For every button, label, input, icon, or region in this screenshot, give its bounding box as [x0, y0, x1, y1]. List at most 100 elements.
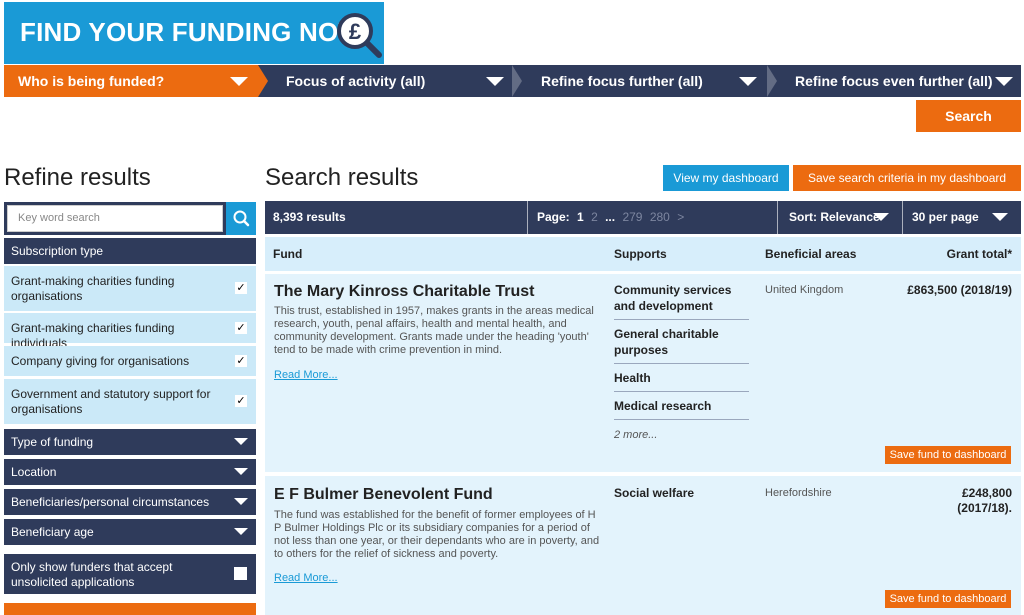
supports-more-link[interactable]: 2 more...: [614, 429, 657, 441]
chevron-down-icon: [992, 213, 1008, 221]
banner-title: FIND YOUR FUNDING NOW: [20, 17, 364, 47]
keyword-search-input[interactable]: Key word search: [7, 205, 223, 232]
column-grant-total: Grant total*: [946, 247, 1012, 261]
supports-item: Social welfare: [614, 486, 695, 500]
chevron-down-icon: [739, 77, 757, 86]
save-search-criteria-button[interactable]: Save search criteria in my dashboard: [793, 165, 1021, 191]
search-icon: [233, 210, 250, 227]
page-link[interactable]: 279: [622, 210, 642, 224]
read-more-link[interactable]: Read More...: [274, 572, 338, 584]
subscription-option[interactable]: Government and statutory support for org…: [4, 379, 256, 424]
step-focus-activity[interactable]: Focus of activity (all): [272, 65, 512, 97]
fund-name[interactable]: E F Bulmer Benevolent Fund: [274, 486, 493, 504]
refine-results-title: Refine results: [4, 164, 151, 191]
supports-item: General charitable purposes: [614, 326, 749, 364]
column-fund: Fund: [273, 247, 303, 261]
pagination: Page: 1 2 ... 279 280 >: [537, 201, 688, 234]
page-ellipsis: ...: [605, 210, 616, 224]
sort-dropdown[interactable]: Sort: Relevance: [789, 201, 880, 234]
beneficial-area: United Kingdom: [765, 284, 844, 296]
fund-name[interactable]: The Mary Kinross Charitable Trust: [274, 283, 535, 301]
subscription-option[interactable]: Grant-making charities funding organisat…: [4, 266, 256, 311]
chevron-down-icon: [234, 498, 248, 505]
subscription-option-label: Government and statutory support for org…: [11, 387, 211, 416]
subscription-type-heading: Subscription type: [4, 238, 256, 264]
beneficial-area: Herefordshire: [765, 487, 832, 499]
filter-beneficiaries[interactable]: Beneficiaries/personal circumstances: [4, 489, 256, 515]
per-page-dropdown[interactable]: 30 per page: [912, 201, 979, 234]
chevron-down-icon: [995, 77, 1013, 86]
subscription-option-label: Company giving for organisations: [11, 354, 190, 368]
subscription-checkbox[interactable]: ✓: [235, 322, 247, 334]
filter-type-of-funding[interactable]: Type of funding: [4, 429, 256, 455]
step-label: Who is being funded?: [18, 73, 165, 89]
fund-description: The fund was established for the benefit…: [274, 509, 600, 560]
grant-total: £863,500 (2018/19): [907, 283, 1012, 297]
step-separator: [258, 65, 268, 97]
chevron-down-icon: [486, 77, 504, 86]
unsolicited-checkbox[interactable]: [234, 567, 247, 580]
search-results-title: Search results: [265, 164, 419, 191]
filter-label: Location: [11, 465, 57, 479]
divider: [777, 201, 778, 234]
step-refine-even-further[interactable]: Refine focus even further (all): [781, 65, 1021, 97]
funding-steps-bar: Who is being funded? Focus of activity (…: [4, 65, 1021, 97]
supports-item: Health: [614, 370, 749, 392]
chevron-down-icon: [230, 77, 248, 86]
subscription-checkbox[interactable]: ✓: [235, 355, 247, 367]
subscription-option[interactable]: Company giving for organisations ✓: [4, 346, 256, 376]
unsolicited-label: Only show funders that accept unsolicite…: [11, 560, 173, 589]
subscription-checkbox[interactable]: ✓: [235, 395, 247, 407]
step-label: Focus of activity (all): [286, 73, 426, 89]
filter-label: Beneficiaries/personal circumstances: [11, 495, 210, 509]
fund-description: This trust, established in 1957, makes g…: [274, 305, 594, 356]
supports-item: Medical research: [614, 398, 749, 420]
filter-label: Type of funding: [11, 435, 94, 449]
chevron-down-icon: [234, 468, 248, 475]
subscription-type-label: Subscription type: [11, 244, 104, 258]
filter-label: Beneficiary age: [11, 525, 94, 539]
divider: [527, 201, 528, 234]
chevron-down-icon: [234, 528, 248, 535]
chevron-down-icon: [873, 213, 889, 221]
fund-card: The Mary Kinross Charitable Trust This t…: [265, 274, 1021, 472]
save-fund-button[interactable]: Save fund to dashboard: [885, 590, 1011, 608]
fund-card: E F Bulmer Benevolent Fund The fund was …: [265, 476, 1021, 615]
divider: [902, 201, 903, 234]
page-link-current[interactable]: 1: [577, 210, 584, 224]
results-count: 8,393 results: [273, 210, 346, 224]
step-refine-focus[interactable]: Refine focus further (all): [527, 65, 767, 97]
save-fund-button[interactable]: Save fund to dashboard: [885, 446, 1011, 464]
page-link[interactable]: 280: [650, 210, 670, 224]
grant-total-year: (2017/18).: [957, 501, 1012, 515]
view-dashboard-button[interactable]: View my dashboard: [663, 165, 789, 191]
step-separator: [767, 65, 777, 97]
filter-location[interactable]: Location: [4, 459, 256, 485]
step-who-funded[interactable]: Who is being funded?: [4, 65, 258, 97]
unsolicited-applications-toggle[interactable]: Only show funders that accept unsolicite…: [4, 554, 256, 594]
update-results-button[interactable]: [4, 603, 256, 615]
subscription-option[interactable]: Grant-making charities funding individua…: [4, 313, 256, 350]
read-more-link[interactable]: Read More...: [274, 369, 338, 381]
keyword-search-button[interactable]: [226, 202, 256, 235]
pound-magnifier-icon: £: [337, 13, 382, 58]
chevron-down-icon: [234, 438, 248, 445]
svg-text:£: £: [349, 19, 362, 44]
step-label: Refine focus even further (all): [795, 73, 993, 89]
find-funding-banner[interactable]: FIND YOUR FUNDING NOW £: [4, 2, 384, 64]
column-supports: Supports: [614, 247, 667, 261]
supports-item: Community services and development: [614, 282, 749, 320]
grant-total-amount: £248,800: [961, 486, 1012, 500]
keyword-search-box: Key word search: [4, 202, 256, 235]
page-label: Page:: [537, 210, 570, 224]
next-page-link[interactable]: >: [677, 210, 684, 224]
step-separator: [512, 65, 522, 97]
page-link[interactable]: 2: [591, 210, 598, 224]
filter-beneficiary-age[interactable]: Beneficiary age: [4, 519, 256, 545]
subscription-checkbox[interactable]: ✓: [235, 282, 247, 294]
results-toolbar: 8,393 results Page: 1 2 ... 279 280 > So…: [265, 201, 1021, 234]
column-beneficial-areas: Beneficial areas: [765, 247, 857, 261]
subscription-option-label: Grant-making charities funding organisat…: [11, 274, 175, 303]
results-table-header: Fund Supports Beneficial areas Grant tot…: [265, 237, 1021, 271]
search-button[interactable]: Search: [916, 100, 1021, 132]
